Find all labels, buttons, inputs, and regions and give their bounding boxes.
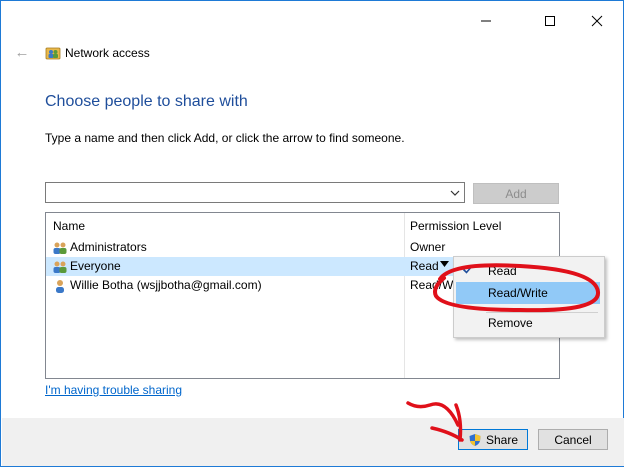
- menu-item-remove[interactable]: Remove: [456, 312, 600, 334]
- menu-item-read[interactable]: Read: [456, 260, 600, 282]
- permission-dropdown-icon[interactable]: [440, 261, 449, 268]
- trouble-sharing-link[interactable]: I'm having trouble sharing: [45, 383, 182, 397]
- column-header-permission[interactable]: Permission Level: [410, 219, 501, 233]
- column-header-name[interactable]: Name: [53, 219, 85, 233]
- maximize-icon: [545, 16, 555, 26]
- row-name: Willie Botha (wsjjbotha@gmail.com): [70, 278, 262, 292]
- row-permission: Read/Wr: [410, 278, 458, 292]
- dropdown-arrow-button[interactable]: [448, 185, 462, 200]
- add-button[interactable]: Add: [473, 183, 559, 204]
- minimize-button[interactable]: [463, 1, 509, 41]
- user-icon: [56, 280, 64, 293]
- close-icon: [591, 15, 603, 27]
- network-share-icon: [45, 47, 61, 60]
- instruction-text: Type a name and then click Add, or click…: [45, 131, 405, 145]
- back-button[interactable]: ←: [13, 43, 31, 61]
- uac-shield-icon: [469, 433, 481, 446]
- title-bar: [1, 1, 623, 41]
- permission-menu: Read Read/Write Remove: [453, 256, 605, 338]
- close-button[interactable]: [574, 1, 620, 41]
- group-users-icon: [53, 261, 67, 273]
- share-button[interactable]: Share: [458, 429, 528, 450]
- menu-item-read-write[interactable]: Read/Write: [456, 282, 600, 304]
- row-permission: Owner: [410, 240, 446, 254]
- page-heading: Choose people to share with: [45, 93, 248, 110]
- maximize-button[interactable]: [527, 1, 573, 41]
- menu-item-label: Read/Write: [488, 286, 548, 300]
- share-dialog: ← Network access Choose people to share …: [0, 0, 624, 467]
- menu-item-label: Read: [488, 264, 517, 278]
- name-input[interactable]: [45, 182, 465, 203]
- minimize-icon: [481, 20, 491, 22]
- row-permission[interactable]: Read: [410, 259, 439, 273]
- back-arrow-icon: ←: [14, 43, 30, 61]
- group-users-icon: [53, 242, 67, 254]
- row-name: Administrators: [70, 240, 147, 254]
- table-row[interactable]: Administrators Owner: [46, 238, 559, 257]
- row-name: Everyone: [70, 259, 121, 273]
- share-label: Share: [485, 432, 519, 447]
- window-title: Network access: [65, 46, 150, 60]
- table-row-selected[interactable]: Everyone Read: [46, 257, 466, 276]
- chevron-down-icon: [450, 190, 460, 196]
- checkmark-icon: [462, 264, 474, 274]
- cancel-button[interactable]: Cancel: [538, 429, 608, 450]
- menu-item-label: Remove: [488, 316, 533, 330]
- dialog-footer: [2, 418, 624, 466]
